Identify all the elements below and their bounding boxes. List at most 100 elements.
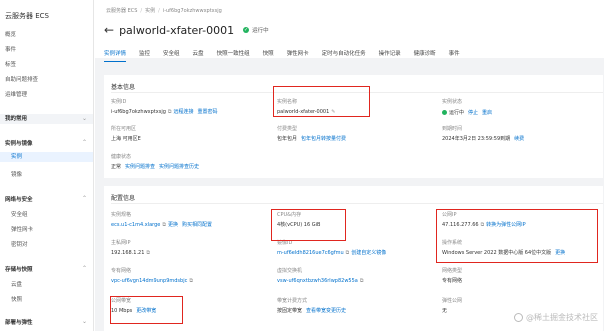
sidebar-item-tags[interactable]: 标签 bbox=[0, 60, 93, 68]
status-text: 运行中 bbox=[252, 28, 269, 34]
billing-value: 包年包月 包年包月转按量付费 bbox=[277, 137, 346, 142]
sidebar-group-storage[interactable]: 存储与快照 ⌃ bbox=[0, 265, 93, 273]
chevron-up-icon: ⌃ bbox=[81, 139, 87, 146]
tab-health[interactable]: 健康诊断 bbox=[414, 49, 436, 62]
bandwidth-billing-value: 按固定带宽 查看带宽变更历史 bbox=[277, 309, 346, 314]
reset-password-link[interactable]: 重置密码 bbox=[197, 109, 217, 115]
sidebar-item-eni[interactable]: 弹性网卡 bbox=[0, 225, 93, 233]
sidebar-item-security-groups[interactable]: 安全组 bbox=[0, 210, 93, 218]
bandwidth-billing-text: 按固定带宽 bbox=[277, 308, 303, 314]
eip-value: 无 bbox=[442, 308, 448, 314]
copy-icon[interactable]: ⧉ bbox=[146, 250, 150, 256]
restart-link[interactable]: 重启 bbox=[482, 110, 492, 116]
health-value: 正常 实例问题排查 实例问题排查历史 bbox=[111, 165, 199, 170]
instance-state-text: 运行中 bbox=[449, 110, 465, 116]
health-text: 正常 bbox=[111, 164, 122, 170]
chevron-down-icon: ⌄ bbox=[81, 318, 87, 325]
copy-icon[interactable]: ⧉ bbox=[360, 278, 364, 284]
sidebar-item-instances[interactable]: 实例 bbox=[0, 152, 93, 162]
change-spec-link[interactable]: 更换 bbox=[168, 222, 178, 228]
spec-link[interactable]: ecs.u1-c1m4.xlarge bbox=[111, 222, 160, 228]
divider bbox=[111, 203, 603, 204]
sidebar-item-overview[interactable]: 概览 bbox=[0, 30, 93, 38]
check-icon: ✓ bbox=[243, 27, 250, 33]
vpc-value: vpc-uf6vgn14dm9unp9mdsbjc ⧉ bbox=[111, 279, 195, 284]
region-label: 所在可用区 bbox=[111, 126, 137, 132]
copy-icon[interactable]: ⧉ bbox=[189, 278, 193, 284]
breadcrumb-ecs[interactable]: 云服务器 ECS bbox=[106, 8, 137, 14]
sidebar-item-images[interactable]: 镜像 bbox=[0, 170, 93, 178]
sidebar-group-label: 我的常用 bbox=[5, 116, 28, 122]
spec-value: ecs.u1-c1m4.xlarge ⧉ 更换 购买相同配置 bbox=[111, 223, 212, 228]
instance-id-text: i-uf6bg7okzhwxptxsjg bbox=[111, 109, 166, 115]
sidebar-group-deploy[interactable]: 部署与弹性 ⌄ bbox=[0, 318, 93, 326]
sidebar-group-network[interactable]: 网络与安全 ⌃ bbox=[0, 195, 93, 203]
sidebar-group-label: 实例与镜像 bbox=[5, 141, 33, 147]
tab-snapshot-group[interactable]: 快照一致性组 bbox=[217, 49, 250, 62]
region-value: 上海 可用区E bbox=[111, 136, 141, 142]
expire-text: 2024年3月2日 23:59:59到期 bbox=[442, 136, 511, 142]
chevron-up-icon: ⌃ bbox=[81, 195, 87, 202]
tab-operation-log[interactable]: 操作记录 bbox=[379, 49, 401, 62]
sidebar-item-keypairs[interactable]: 密钥对 bbox=[0, 240, 93, 248]
tab-events[interactable]: 事件 bbox=[449, 49, 460, 62]
vpc-label: 专有网络 bbox=[111, 268, 132, 274]
remote-connect-link[interactable]: 远程连接 bbox=[173, 109, 193, 115]
instance-id-value: i-uf6bg7okzhwxptxsjg ⧉ 远程连接 重置密码 bbox=[111, 110, 218, 115]
sidebar-group-label: 网络与安全 bbox=[5, 197, 33, 203]
renew-link[interactable]: 续费 bbox=[514, 136, 524, 142]
tab-details[interactable]: 实例详情 bbox=[104, 49, 127, 62]
highlight-box-cpu-memory bbox=[271, 209, 346, 241]
vswitch-link[interactable]: vsw-uf6qnxtbzwh36rlwp82w55a bbox=[277, 278, 358, 284]
copy-icon[interactable]: ⧉ bbox=[346, 250, 350, 256]
sidebar-item-snapshots[interactable]: 快照 bbox=[0, 295, 93, 303]
sidebar-item-events[interactable]: 事件 bbox=[0, 45, 93, 53]
watermark: @稀土掘金技术社区 bbox=[514, 312, 598, 323]
billing-convert-link[interactable]: 包年包月转按量付费 bbox=[301, 136, 346, 142]
highlight-box-bandwidth bbox=[110, 296, 183, 324]
juejin-logo-icon bbox=[514, 313, 523, 322]
troubleshoot-history-link[interactable]: 实例问题排查历史 bbox=[159, 164, 199, 170]
tab-snapshots[interactable]: 快照 bbox=[263, 49, 274, 62]
buy-same-link[interactable]: 购买相同配置 bbox=[182, 222, 212, 228]
basic-info-title: 基本信息 bbox=[111, 84, 136, 91]
troubleshoot-link[interactable]: 实例问题排查 bbox=[125, 164, 155, 170]
instance-id-label: 实例ID bbox=[111, 99, 127, 105]
sidebar-item-troubleshoot[interactable]: 自助问题排查 bbox=[0, 75, 93, 83]
copy-icon[interactable]: ⧉ bbox=[168, 109, 172, 115]
tab-security-group[interactable]: 安全组 bbox=[163, 49, 180, 62]
sidebar-group-favorites[interactable]: 我的常用 ⌄ bbox=[0, 114, 93, 124]
config-info-title: 配置信息 bbox=[111, 195, 136, 202]
expire-label: 到期时间 bbox=[442, 126, 463, 132]
sidebar-item-ops[interactable]: 运维管理 bbox=[0, 90, 93, 98]
back-arrow-icon[interactable]: ← bbox=[104, 24, 114, 36]
stop-link[interactable]: 停止 bbox=[468, 110, 478, 116]
billing-label: 付费类型 bbox=[277, 126, 298, 132]
vpc-link[interactable]: vpc-uf6vgn14dm9unp9mdsbjc bbox=[111, 278, 187, 284]
tab-disks[interactable]: 云盘 bbox=[193, 49, 204, 62]
tab-monitor[interactable]: 监控 bbox=[139, 49, 150, 62]
image-id-value: m-uf6eldh8216ue7c6gfmu ⧉ 创建自定义镜像 bbox=[277, 251, 386, 256]
breadcrumb-separator: / bbox=[158, 8, 160, 14]
chevron-up-icon: ⌃ bbox=[81, 265, 87, 272]
sidebar-group-label: 部署与弹性 bbox=[5, 320, 33, 326]
image-id-link[interactable]: m-uf6eldh8216ue7c6gfmu bbox=[277, 250, 344, 256]
sidebar-item-disks[interactable]: 云盘 bbox=[0, 280, 93, 288]
tab-eni[interactable]: 弹性网卡 bbox=[287, 49, 309, 62]
bandwidth-history-link[interactable]: 查看带宽变更历史 bbox=[306, 308, 346, 314]
breadcrumb-instances[interactable]: 实例 bbox=[145, 8, 155, 14]
private-ip-text: 192.168.1.21 bbox=[111, 250, 145, 256]
title-row: ← palworld-xfater-0001 ✓ 运行中 bbox=[104, 22, 269, 38]
tab-scheduled-tasks[interactable]: 定时与自动化任务 bbox=[322, 49, 366, 62]
create-image-link[interactable]: 创建自定义镜像 bbox=[351, 250, 386, 256]
highlight-box-public-ip-os bbox=[436, 209, 598, 263]
status-badge: ✓ 运行中 bbox=[243, 26, 269, 34]
network-type-value: 专有网络 bbox=[442, 278, 463, 284]
private-ip-label: 主私网IP bbox=[111, 240, 131, 246]
vswitch-label: 虚拟交换机 bbox=[277, 268, 303, 274]
chevron-down-icon: ⌄ bbox=[81, 115, 87, 122]
sidebar-group-instances[interactable]: 实例与镜像 ⌃ bbox=[0, 139, 93, 147]
copy-icon[interactable]: ⧉ bbox=[162, 222, 166, 228]
sidebar-title: 云服务器 ECS bbox=[5, 12, 49, 20]
network-type-label: 网络类型 bbox=[442, 268, 463, 274]
